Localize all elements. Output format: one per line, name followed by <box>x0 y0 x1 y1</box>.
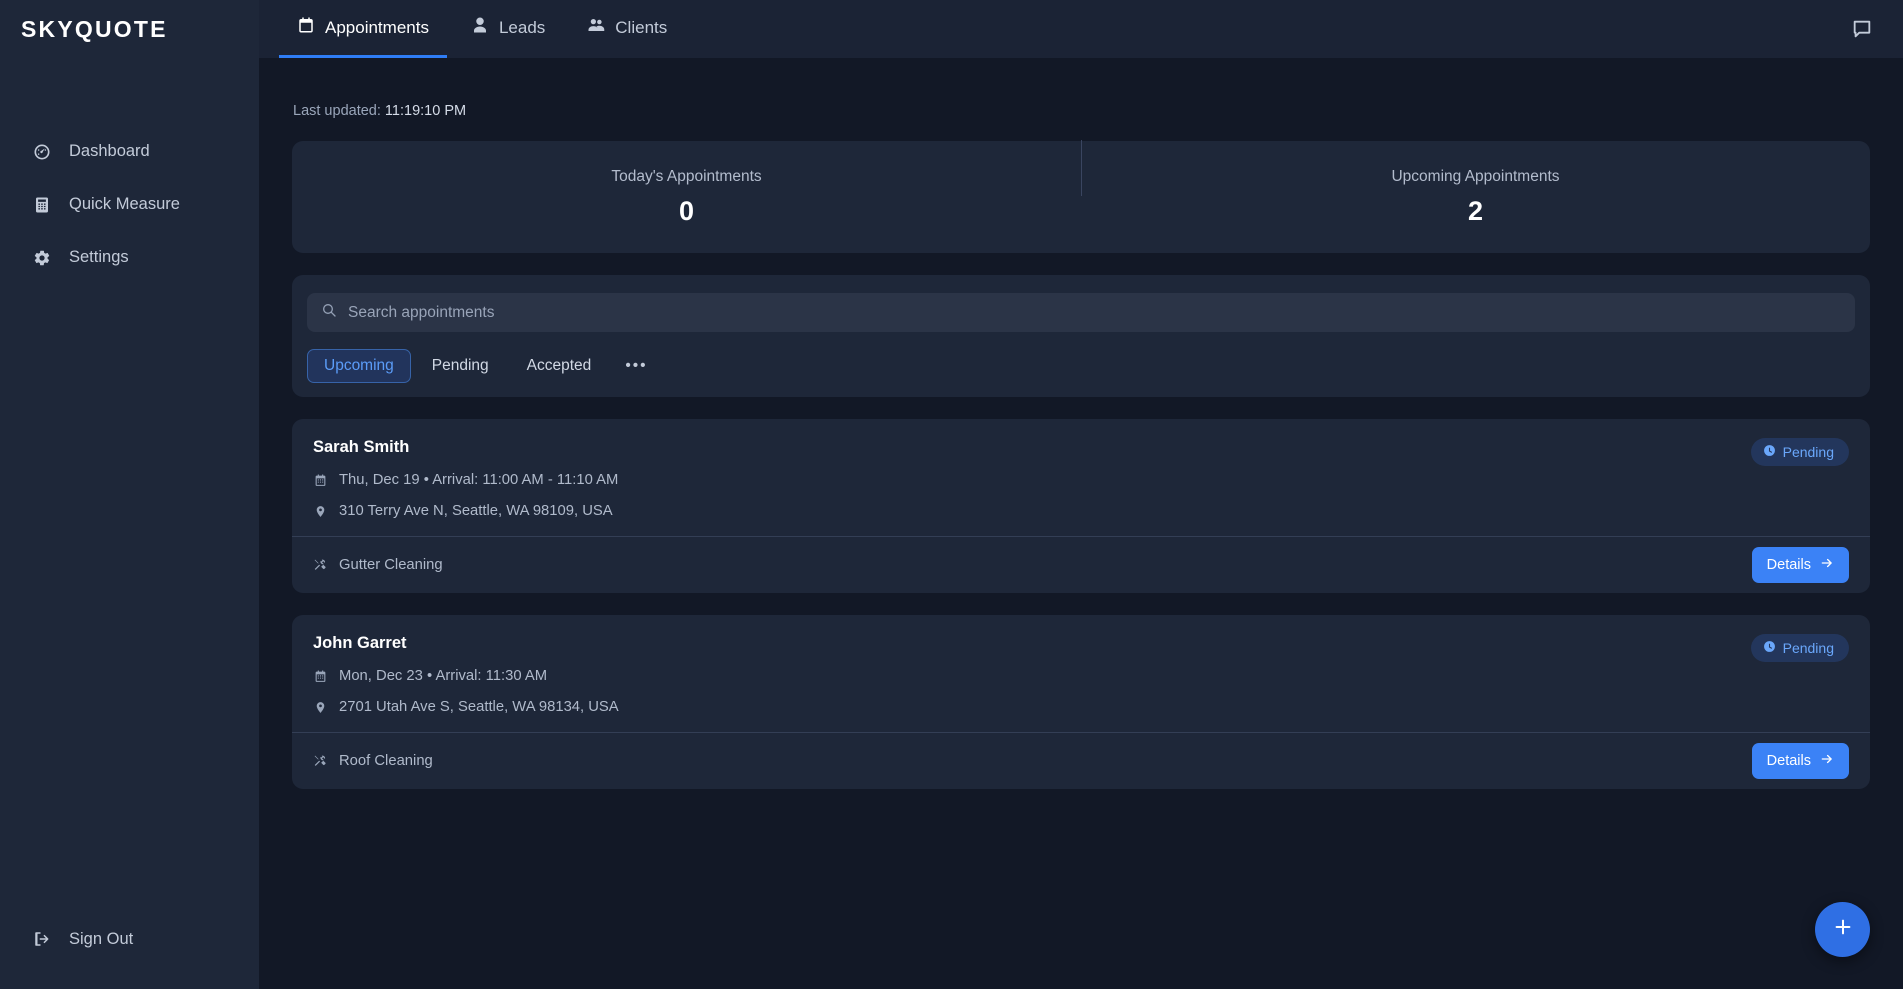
search-filter-panel: Upcoming Pending Accepted ••• <box>292 275 1870 397</box>
tab-clients[interactable]: Clients <box>569 0 685 58</box>
filter-accepted[interactable]: Accepted <box>510 349 609 383</box>
calendar-icon <box>297 16 315 39</box>
status-badge-label: Pending <box>1782 444 1834 460</box>
stat-todays-appointments: Today's Appointments 0 <box>292 168 1081 227</box>
tab-label: Clients <box>615 17 668 37</box>
last-updated-time: 11:19:10 PM <box>384 103 467 119</box>
top-bar-actions <box>1845 0 1879 58</box>
search-bar[interactable] <box>307 293 1855 332</box>
appointment-footer: Gutter Cleaning Details <box>313 537 1849 593</box>
appointment-service-text: Roof Cleaning <box>339 753 433 769</box>
status-badge-label: Pending <box>1782 640 1834 656</box>
logout-icon <box>32 929 52 949</box>
stat-label: Upcoming Appointments <box>1391 167 1560 185</box>
appointment-schedule-text: Mon, Dec 23 • Arrival: 11:30 AM <box>339 668 548 684</box>
status-badge: Pending <box>1750 438 1849 466</box>
appointment-client-name: Sarah Smith <box>313 438 410 456</box>
stat-label: Today's Appointments <box>611 167 762 185</box>
main-area: Appointments Leads Clients Last updated:… <box>259 0 1903 989</box>
details-button-label: Details <box>1766 557 1811 573</box>
clock-icon <box>1763 444 1776 460</box>
sidebar-item-label: Settings <box>69 248 129 266</box>
appointment-client-name: John Garret <box>313 634 407 652</box>
appointment-footer: Roof Cleaning Details <box>313 733 1849 789</box>
search-icon <box>321 302 337 323</box>
stat-value: 0 <box>678 195 695 226</box>
tools-icon <box>313 558 327 572</box>
appointment-address-text: 310 Terry Ave N, Seattle, WA 98109, USA <box>339 503 613 519</box>
content-area: Last updated: 11:19:10 PM Today's Appoin… <box>259 58 1903 989</box>
person-icon <box>471 16 489 39</box>
calendar-icon <box>313 670 327 683</box>
gauge-icon <box>32 142 52 162</box>
tools-icon <box>313 754 327 768</box>
gear-icon <box>32 248 52 268</box>
tab-label: Leads <box>498 17 546 37</box>
status-badge: Pending <box>1750 634 1849 662</box>
top-bar: Appointments Leads Clients <box>259 0 1903 58</box>
stats-panel: Today's Appointments 0 Upcoming Appointm… <box>292 139 1870 253</box>
sidebar-item-quick-measure[interactable]: Quick Measure <box>0 178 259 231</box>
sidebar-nav: Dashboard Quick Measure Settings <box>0 125 259 284</box>
appointment-address-text: 2701 Utah Ave S, Seattle, WA 98134, USA <box>339 699 619 715</box>
sidebar-item-label: Quick Measure <box>69 195 180 213</box>
appointment-service-text: Gutter Cleaning <box>339 557 443 573</box>
calendar-icon <box>313 474 327 487</box>
sidebar: SKYQUOTE Dashboard Quick Measure Setting… <box>0 0 259 989</box>
primary-tabs: Appointments Leads Clients <box>279 0 685 58</box>
appointment-service: Gutter Cleaning <box>313 557 443 573</box>
appointment-schedule-text: Thu, Dec 19 • Arrival: 11:00 AM - 11:10 … <box>339 472 619 488</box>
add-appointment-fab[interactable] <box>1815 902 1870 957</box>
last-updated-label: Last updated: <box>293 103 381 119</box>
people-icon <box>587 16 605 39</box>
tab-label: Appointments <box>325 17 429 37</box>
message-bubble-icon[interactable] <box>1845 12 1879 46</box>
appointment-schedule: Thu, Dec 19 • Arrival: 11:00 AM - 11:10 … <box>313 472 1849 488</box>
filter-more-menu[interactable]: ••• <box>612 349 660 383</box>
last-updated: Last updated: 11:19:10 PM <box>292 58 1870 119</box>
details-button-label: Details <box>1766 753 1811 769</box>
search-input[interactable] <box>348 303 1841 322</box>
sidebar-item-label: Dashboard <box>69 142 150 160</box>
clock-icon <box>1763 640 1776 656</box>
stat-value: 2 <box>1467 195 1484 226</box>
tab-appointments[interactable]: Appointments <box>279 0 447 58</box>
calculator-icon <box>32 195 52 215</box>
tab-leads[interactable]: Leads <box>453 0 563 58</box>
filter-upcoming[interactable]: Upcoming <box>307 349 411 383</box>
appointment-service: Roof Cleaning <box>313 753 433 769</box>
stat-upcoming-appointments: Upcoming Appointments 2 <box>1081 139 1870 227</box>
appointment-address: 310 Terry Ave N, Seattle, WA 98109, USA <box>313 503 1849 519</box>
sign-out-label: Sign Out <box>69 929 134 948</box>
appointment-card[interactable]: Sarah Smith Pending Thu, Dec 19 • Arriva… <box>292 419 1870 593</box>
arrow-right-icon <box>1820 556 1834 574</box>
plus-icon <box>1832 916 1854 943</box>
filter-pending[interactable]: Pending <box>415 349 506 383</box>
sidebar-item-settings[interactable]: Settings <box>0 231 259 284</box>
sign-out-button[interactable]: Sign Out <box>0 917 259 961</box>
location-pin-icon <box>313 701 327 714</box>
appointment-address: 2701 Utah Ave S, Seattle, WA 98134, USA <box>313 699 1849 715</box>
filter-tabs: Upcoming Pending Accepted ••• <box>307 349 1855 383</box>
arrow-right-icon <box>1820 752 1834 770</box>
details-button[interactable]: Details <box>1751 547 1849 583</box>
details-button[interactable]: Details <box>1751 743 1849 779</box>
app-root: SKYQUOTE Dashboard Quick Measure Setting… <box>0 0 1903 989</box>
sidebar-item-dashboard[interactable]: Dashboard <box>0 125 259 178</box>
appointment-schedule: Mon, Dec 23 • Arrival: 11:30 AM <box>313 668 1849 684</box>
location-pin-icon <box>313 505 327 518</box>
brand-logo: SKYQUOTE <box>21 15 168 42</box>
appointment-card[interactable]: John Garret Pending Mon, Dec 23 • Arriva… <box>292 615 1870 789</box>
